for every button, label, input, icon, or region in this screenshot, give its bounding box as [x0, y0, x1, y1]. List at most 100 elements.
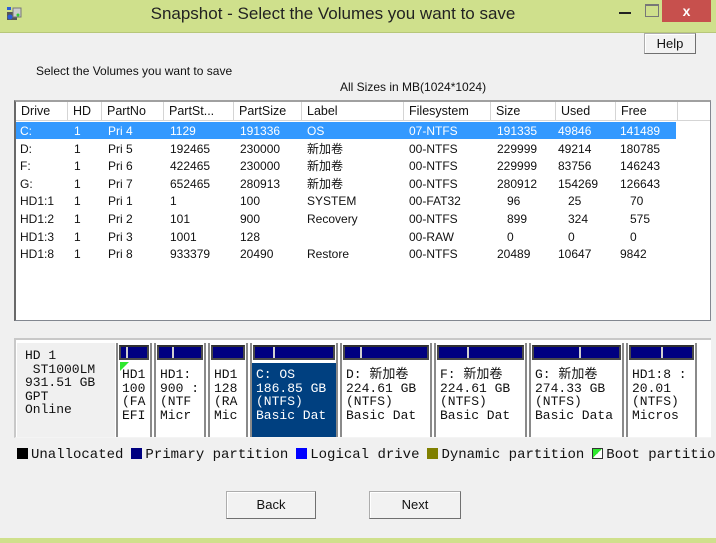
cell-partstart: 101 — [170, 212, 191, 226]
partition-label-line: Micros — [632, 407, 679, 423]
table-row[interactable]: G: 1 Pri 7 652465 280913 新加卷 00-NTFS 280912 1542… — [16, 175, 676, 193]
partition-label-line: D: 新加卷 — [346, 367, 409, 382]
legend-swatch — [17, 448, 28, 459]
partition-label-line: (NTFS) — [632, 394, 679, 409]
partition-label-line: 20.01 — [632, 380, 679, 396]
cell-size: 191335 — [497, 124, 538, 138]
partition-label: D: 新加卷 224.61 GB (NTFS) Basic Dat — [346, 368, 416, 422]
table-row[interactable]: F: 1 Pri 6 422465 230000 新加卷 00-NTFS 229999 8375… — [16, 157, 676, 175]
partition-usage-bar — [157, 345, 203, 360]
partition-block[interactable]: HD1 100 (FA EFI — [116, 343, 152, 437]
disk-info-line: Online — [25, 402, 72, 417]
partition-usage-fill — [534, 347, 581, 358]
cell-hd: 1 — [74, 159, 81, 174]
minimize-button[interactable] — [612, 0, 638, 22]
column-header-used[interactable]: Used — [556, 102, 616, 121]
cell-drive: HD1:1 — [20, 194, 55, 209]
column-header-drive[interactable]: Drive — [16, 102, 68, 121]
table-row[interactable]: HD1:3 1 Pri 3 1001 128 00-RAW 0 0 0 — [16, 228, 676, 246]
cell-free: 9842 — [620, 247, 647, 262]
partition-block[interactable]: F: 新加卷 224.61 GB (NTFS) Basic Dat — [434, 343, 527, 437]
cell-label: 新加卷 — [307, 141, 344, 156]
partition-label-line: (FA — [122, 394, 146, 409]
cell-drive: C: — [20, 124, 32, 138]
help-button[interactable]: Help — [644, 33, 696, 54]
partition-label: HD1 128 (RA Mic — [214, 368, 237, 422]
cell-partstart: 652465 — [170, 176, 211, 191]
back-button[interactable]: Back — [226, 491, 316, 519]
table-row[interactable]: HD1:8 1 Pri 8 933379 20490 Restore 00-NTFS 2048… — [16, 245, 676, 263]
partition-usage-fill — [255, 347, 276, 358]
window-border — [0, 538, 716, 543]
partition-block[interactable]: HD1: 900 : (NTF Micr — [154, 343, 206, 437]
disk-info-line: GPT — [25, 388, 49, 404]
table-row[interactable]: D: 1 Pri 5 192465 230000 新加卷 00-NTFS 229999 4921… — [16, 140, 676, 158]
column-header-partno[interactable]: PartNo — [102, 102, 164, 121]
partition-label-line: HD1 — [122, 367, 146, 382]
partition-label-line: Basic Dat — [440, 407, 511, 423]
cell-used: 324 — [568, 212, 589, 226]
cell-partsize: 128 — [240, 229, 261, 244]
column-header-hd[interactable]: HD — [68, 102, 102, 121]
cell-size: 20489 — [497, 247, 531, 262]
sizes-note: All Sizes in MB(1024*1024) — [340, 80, 487, 94]
cell-partno: Pri 7 — [108, 176, 133, 191]
partition-usage-fill — [121, 347, 128, 358]
legend-swatch — [131, 448, 143, 459]
cell-label: OS — [307, 124, 325, 138]
legend-item: Unallocated — [17, 447, 123, 463]
partition-block[interactable]: HD1:8 :20.01 (NTFS) Micros — [626, 343, 697, 437]
cell-free: 575 — [630, 212, 651, 226]
partition-label: C: OS 186.85 GB (NTFS) Basic Dat — [256, 368, 326, 422]
list-header: Drive HD PartNo PartSt... PartSize Label Files… — [16, 102, 710, 122]
legend-item: Primary partition — [131, 447, 288, 463]
table-row[interactable]: C: 1 Pri 4 1129 191336 OS 07-NTFS 191335 49846 14… — [16, 122, 676, 140]
partition-block[interactable]: D: 新加卷 224.61 GB (NTFS) Basic Dat — [340, 343, 432, 437]
partition-block[interactable]: HD1 128 (RA Mic — [208, 343, 248, 437]
column-header-free[interactable]: Free — [616, 102, 678, 121]
cell-free: 70 — [630, 194, 644, 209]
partition-label-line: EFI — [122, 407, 146, 423]
cell-drive: HD1:3 — [20, 229, 55, 244]
partition-label-line: Basic Data — [535, 407, 614, 423]
cell-label: 新加卷 — [307, 176, 344, 191]
column-header-filesystem[interactable]: Filesystem — [404, 102, 491, 121]
partition-label-line: Basic Dat — [256, 407, 327, 423]
close-button[interactable]: x — [662, 0, 711, 22]
partition-label-line: Mic — [214, 407, 238, 423]
partition-usage-fill — [631, 347, 663, 358]
table-row[interactable]: HD1:2 1 Pri 2 101 900 Recovery 00-NTFS 899 324 57… — [16, 210, 676, 228]
partition-block[interactable]: C: OS 186.85 GB (NTFS) Basic Dat — [250, 343, 338, 437]
next-button[interactable]: Next — [369, 491, 461, 519]
cell-free: 146243 — [620, 159, 661, 174]
cell-filesystem: 00-NTFS — [409, 159, 458, 174]
column-header-partsize[interactable]: PartSize — [234, 102, 302, 121]
column-header-partstart[interactable]: PartSt... — [164, 102, 234, 121]
cell-label: SYSTEM — [307, 194, 357, 209]
cell-filesystem: 00-NTFS — [409, 247, 458, 262]
cell-hd: 1 — [74, 229, 81, 244]
cell-drive: HD1:8 — [20, 247, 55, 262]
column-header-label[interactable]: Label — [302, 102, 404, 121]
partition-block[interactable]: G: 新加卷 274.33 GB (NTFS) Basic Data — [529, 343, 624, 437]
partition-label-line: HD1:8 : — [632, 367, 687, 382]
partition-usage-bar — [253, 345, 335, 360]
cell-label: 新加卷 — [307, 159, 344, 174]
partition-label-line: (RA — [214, 394, 238, 409]
volumes-list[interactable]: Drive HD PartNo PartSt... PartSize Label Files… — [14, 100, 711, 321]
cell-partstart: 192465 — [170, 141, 211, 156]
partition-label-line: (NTFS) — [440, 394, 487, 409]
partition-usage-fill — [159, 347, 175, 358]
cell-size: 280912 — [497, 176, 538, 191]
cell-used: 10647 — [558, 247, 592, 262]
cell-filesystem: 00-NTFS — [409, 212, 458, 226]
cell-hd: 1 — [74, 247, 81, 262]
close-icon: x — [682, 3, 691, 19]
disk-info[interactable]: HD 1 ST1000LM 931.51 GB GPT Online — [17, 343, 115, 437]
disk-info-line: ST1000LM — [25, 361, 96, 377]
partition-label-line: HD1: — [160, 367, 192, 382]
table-row[interactable]: HD1:1 1 Pri 1 1 100 SYSTEM 00-FAT32 96 25 70 — [16, 192, 676, 210]
cell-partstart: 422465 — [170, 159, 211, 174]
column-header-size[interactable]: Size — [491, 102, 556, 121]
maximize-button[interactable] — [638, 0, 664, 22]
